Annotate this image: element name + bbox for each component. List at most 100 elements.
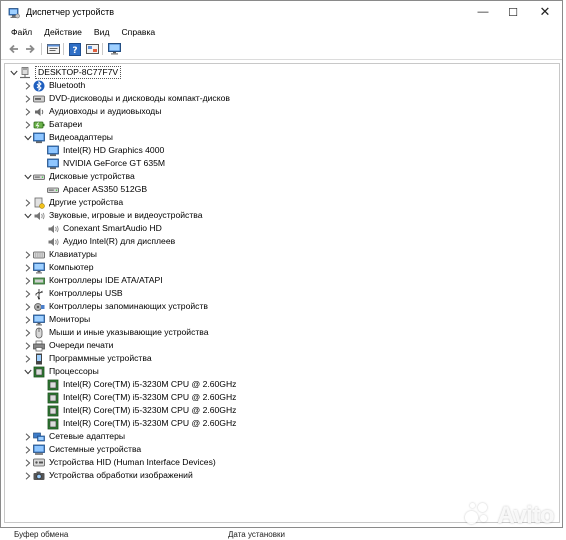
category-processors[interactable]: Процессоры [23, 365, 99, 378]
bluetooth-icon [33, 80, 45, 92]
system-device-icon [33, 444, 45, 456]
expand-chevron-icon[interactable] [23, 456, 33, 469]
device-cpu-core-1[interactable]: Intel(R) Core(TM) i5-3230M CPU @ 2.60GHz [37, 378, 236, 391]
expand-chevron-icon[interactable] [23, 352, 33, 365]
category-imaging-devices[interactable]: Устройства обработки изображений [23, 469, 193, 482]
device-intel-display-audio[interactable]: Аудио Intel(R) для дисплеев [37, 235, 175, 248]
category-mice[interactable]: Мыши и иные указывающие устройства [23, 326, 209, 339]
collapse-chevron-icon[interactable] [9, 66, 19, 79]
processor-icon [47, 405, 59, 417]
other-devices-icon [33, 197, 45, 209]
device-cpu-core-2[interactable]: Intel(R) Core(TM) i5-3230M CPU @ 2.60GHz [37, 391, 236, 404]
toolbar-separator [63, 43, 64, 55]
expand-chevron-icon[interactable] [23, 79, 33, 92]
category-computer[interactable]: Компьютер [23, 261, 93, 274]
collapse-chevron-icon[interactable] [23, 170, 33, 183]
tree-item-label: Звуковые, игровые и видеоустройства [49, 210, 203, 220]
device-nvidia-geforce[interactable]: NVIDIA GeForce GT 635M [37, 157, 165, 170]
expand-chevron-icon[interactable] [23, 274, 33, 287]
category-usb-controllers[interactable]: Контроллеры USB [23, 287, 123, 300]
title-bar[interactable]: Диспетчер устройств — ☐ ✕ [1, 1, 562, 25]
device-cpu-core-4[interactable]: Intel(R) Core(TM) i5-3230M CPU @ 2.60GHz [37, 417, 236, 430]
category-print-queues[interactable]: Очереди печати [23, 339, 113, 352]
device-conexant-audio[interactable]: Conexant SmartAudio HD [37, 222, 162, 235]
collapse-chevron-icon[interactable] [23, 365, 33, 378]
battery-icon [33, 119, 45, 131]
expand-chevron-icon[interactable] [23, 196, 33, 209]
expand-chevron-icon[interactable] [23, 443, 33, 456]
expand-chevron-icon[interactable] [23, 469, 33, 482]
tree-item-label: Очереди печати [49, 340, 114, 350]
disk-drive-icon [33, 171, 45, 183]
speaker-icon [33, 210, 45, 222]
tree-item-label: Apacer AS350 512GB [63, 184, 148, 194]
tree-root[interactable]: DESKTOP-8C77F7V [9, 66, 122, 79]
category-software-devices[interactable]: Программные устройства [23, 352, 152, 365]
tree-item-label: Bluetooth [49, 80, 86, 90]
speaker-icon [47, 223, 59, 235]
device-cpu-core-3[interactable]: Intel(R) Core(TM) i5-3230M CPU @ 2.60GHz [37, 404, 236, 417]
expand-chevron-icon[interactable] [23, 105, 33, 118]
expand-chevron-icon[interactable] [23, 326, 33, 339]
expand-chevron-icon[interactable] [23, 287, 33, 300]
category-storage-controllers[interactable]: Контроллеры запоминающих устройств [23, 300, 208, 313]
menu-view[interactable]: Вид [84, 25, 110, 40]
category-ide-controllers[interactable]: Контроллеры IDE ATA/ATAPI [23, 274, 163, 287]
device-view-icon[interactable] [85, 42, 99, 56]
toolbar-divider [1, 59, 562, 60]
device-apacer-ssd[interactable]: Apacer AS350 512GB [37, 183, 147, 196]
processor-icon [47, 392, 59, 404]
category-audio-io[interactable]: Аудиовходы и аудиовыходы [23, 105, 161, 118]
tree-item-label: Устройства HID (Human Interface Devices) [49, 457, 216, 467]
back-icon[interactable] [7, 42, 21, 56]
menu-action[interactable]: Действие [34, 25, 82, 40]
expand-chevron-icon[interactable] [23, 430, 33, 443]
category-display-adapters[interactable]: Видеоадаптеры [23, 131, 113, 144]
expand-chevron-icon[interactable] [23, 118, 33, 131]
expand-chevron-icon[interactable] [23, 248, 33, 261]
category-other-devices[interactable]: Другие устройства [23, 196, 123, 209]
category-system-devices[interactable]: Системные устройства [23, 443, 141, 456]
tree-item-label: Клавиатуры [49, 249, 97, 259]
category-network-adapters[interactable]: Сетевые адаптеры [23, 430, 125, 443]
menu-file[interactable]: Файл [1, 25, 32, 40]
device-intel-hd-graphics[interactable]: Intel(R) HD Graphics 4000 [37, 144, 164, 157]
display-adapter-icon [33, 132, 45, 144]
category-batteries[interactable]: Батареи [23, 118, 82, 131]
category-sound-devices[interactable]: Звуковые, игровые и видеоустройства [23, 209, 203, 222]
properties-icon[interactable] [46, 42, 60, 56]
category-monitors[interactable]: Мониторы [23, 313, 90, 326]
expand-chevron-icon[interactable] [23, 300, 33, 313]
maximize-button[interactable]: ☐ [498, 1, 528, 23]
window-title: Диспетчер устройств [26, 7, 114, 17]
device-manager-icon [8, 7, 20, 19]
minimize-button[interactable]: — [468, 1, 498, 23]
device-tree-pane[interactable]: DESKTOP-8C77F7V Bluetooth DVD-дисководы и … [4, 63, 560, 523]
menu-help[interactable]: Справка [111, 25, 155, 40]
monitor-icon[interactable] [107, 42, 121, 56]
keyboard-icon [33, 249, 45, 261]
toolbar-separator [41, 43, 42, 55]
help-icon[interactable]: ? [68, 42, 82, 56]
category-dvd[interactable]: DVD-дисководы и дисководы компакт-дисков [23, 92, 230, 105]
close-button[interactable]: ✕ [530, 1, 560, 23]
category-hid[interactable]: Устройства HID (Human Interface Devices) [23, 456, 216, 469]
forward-icon[interactable] [23, 42, 37, 56]
collapse-chevron-icon[interactable] [23, 209, 33, 222]
category-keyboards[interactable]: Клавиатуры [23, 248, 97, 261]
category-disk-drives[interactable]: Дисковые устройства [23, 170, 135, 183]
status-right-text: Дата установки [228, 530, 285, 539]
expand-chevron-icon[interactable] [23, 92, 33, 105]
expand-chevron-icon[interactable] [23, 339, 33, 352]
category-bluetooth[interactable]: Bluetooth [23, 79, 85, 92]
tree-item-label: Устройства обработки изображений [49, 470, 193, 480]
dvd-drive-icon [33, 93, 45, 105]
tree-item-label: Intel(R) Core(TM) i5-3230M CPU @ 2.60GHz [63, 392, 237, 402]
mouse-icon [33, 327, 45, 339]
expand-chevron-icon[interactable] [23, 313, 33, 326]
expand-chevron-icon[interactable] [23, 261, 33, 274]
tree-item-label: Сетевые адаптеры [49, 431, 126, 441]
collapse-chevron-icon[interactable] [23, 131, 33, 144]
